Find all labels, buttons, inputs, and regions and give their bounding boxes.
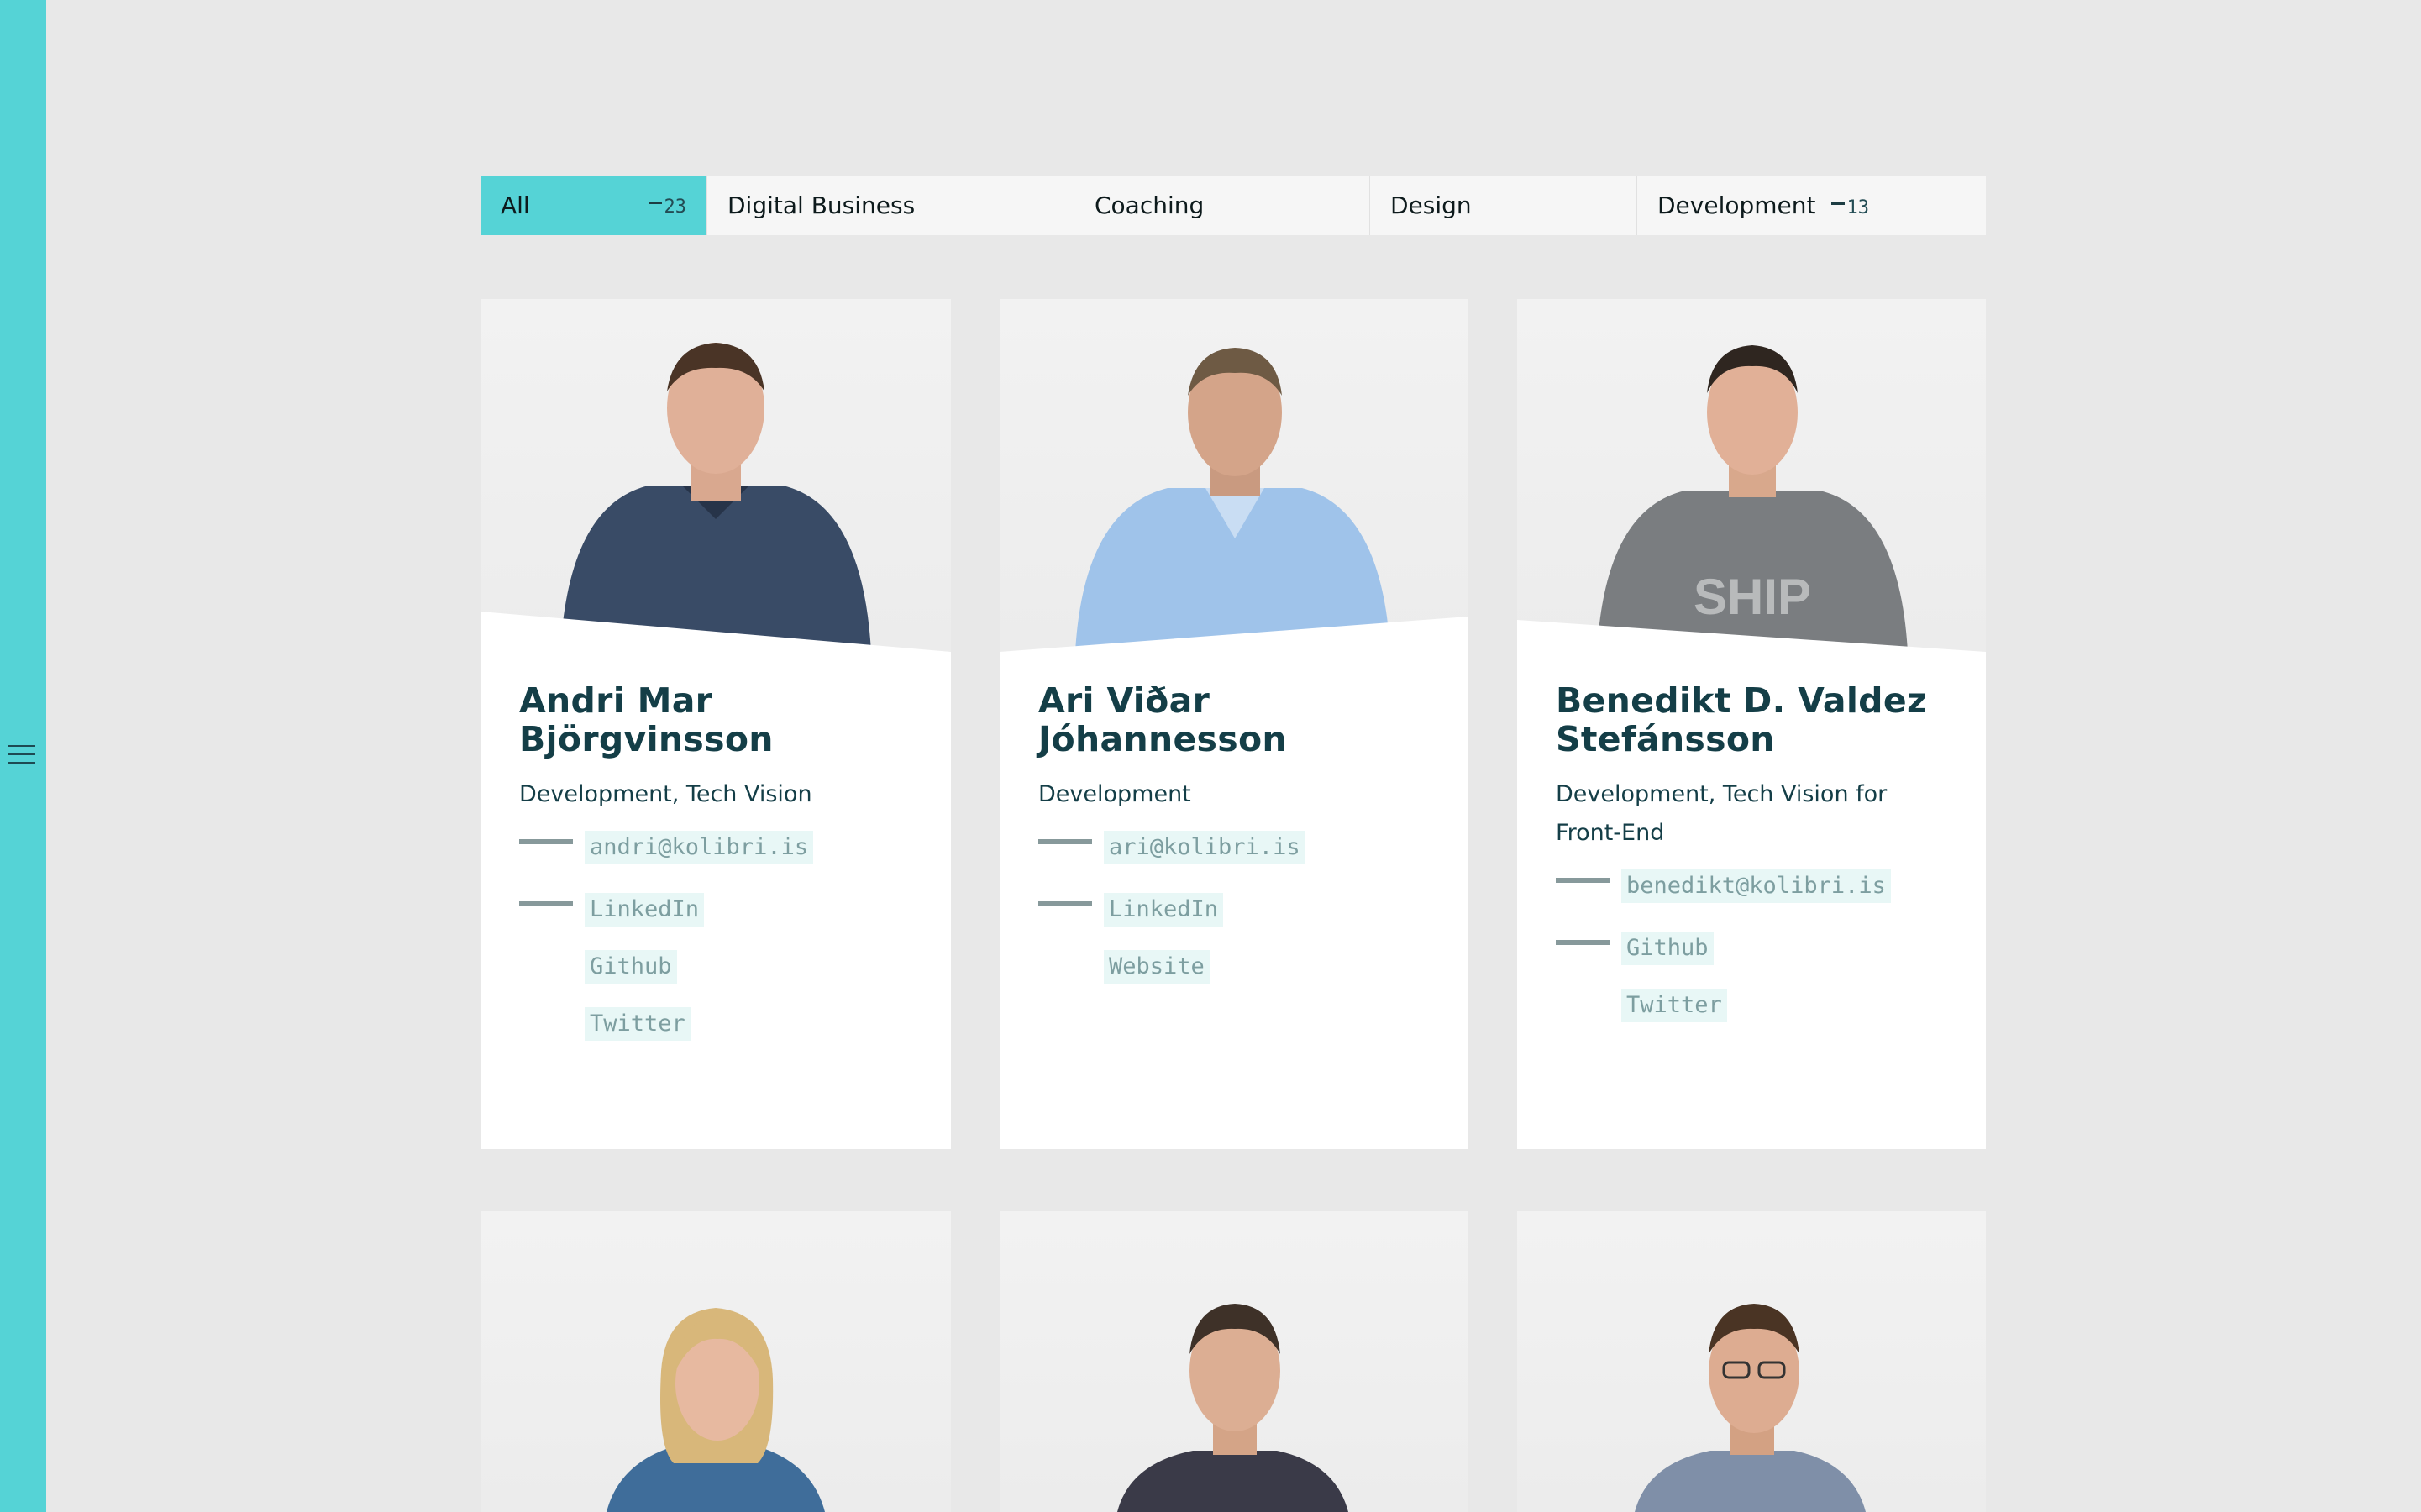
person-photo: SHIP	[1517, 299, 1986, 652]
email-link[interactable]: ari@kolibri.is	[1104, 831, 1305, 864]
tab-label: Digital Business	[727, 192, 916, 219]
twitter-link[interactable]: Twitter	[585, 1007, 691, 1041]
tab-digital-business[interactable]: Digital Business	[707, 176, 1074, 235]
website-link[interactable]: Website	[1104, 950, 1210, 984]
person-role: Development, Tech Vision for Front-End	[1556, 781, 1888, 846]
tab-label: All	[501, 192, 530, 219]
hamburger-menu-icon[interactable]	[8, 745, 35, 765]
twitter-link[interactable]: Twitter	[1621, 989, 1727, 1022]
divider	[1556, 940, 1610, 945]
person-name: Benedikt D. Valdez Stefánsson	[1556, 680, 1928, 759]
person-role: Development, Tech Vision	[519, 781, 812, 807]
github-link[interactable]: Github	[1621, 932, 1714, 965]
tab-count: 23	[648, 197, 686, 218]
social-links: LinkedIn Website	[1038, 893, 1435, 984]
email-link[interactable]: benedikt@kolibri.is	[1621, 869, 1891, 903]
tab-design[interactable]: Design	[1370, 176, 1637, 235]
divider	[1038, 839, 1092, 844]
tab-all[interactable]: All 23	[481, 176, 707, 235]
person-card	[1000, 1211, 1468, 1512]
person-card: SHIP Benedikt D. Valdez Stefánsson Devel…	[1517, 299, 1986, 1149]
sidebar	[0, 0, 46, 1512]
email-block: andri@kolibri.is	[519, 831, 917, 888]
tab-label: Development	[1657, 192, 1816, 219]
linkedin-link[interactable]: LinkedIn	[1104, 893, 1224, 927]
person-name: Ari Viðar Jóhannesson	[1038, 680, 1287, 759]
divider	[1038, 901, 1092, 906]
email-block: benedikt@kolibri.is	[1556, 869, 1952, 927]
person-card	[1517, 1211, 1986, 1512]
social-links: LinkedIn Github Twitter	[519, 893, 917, 1041]
person-card: Ari Viðar Jóhannesson Development ari@ko…	[1000, 299, 1468, 1149]
tab-label: Design	[1390, 192, 1472, 219]
person-card: Andri Mar Björgvinsson Development, Tech…	[481, 299, 951, 1149]
divider	[519, 901, 573, 906]
person-photo	[481, 299, 951, 652]
person-card	[481, 1211, 951, 1512]
divider	[1556, 878, 1610, 883]
divider	[519, 839, 573, 844]
email-link[interactable]: andri@kolibri.is	[585, 831, 814, 864]
person-photo	[1517, 1211, 1986, 1512]
person-photo	[1000, 299, 1468, 652]
github-link[interactable]: Github	[585, 950, 677, 984]
email-block: ari@kolibri.is	[1038, 831, 1435, 888]
person-photo	[1000, 1211, 1468, 1512]
tab-development[interactable]: Development 13	[1637, 176, 1986, 235]
social-links: Github Twitter	[1556, 932, 1952, 1022]
person-name: Andri Mar Björgvinsson	[519, 680, 774, 759]
filter-tabs: All 23 Digital Business Coaching Design …	[481, 176, 1986, 235]
tab-label: Coaching	[1095, 192, 1205, 219]
tab-count: 13	[1830, 197, 1869, 218]
linkedin-link[interactable]: LinkedIn	[585, 893, 705, 927]
tab-coaching[interactable]: Coaching	[1074, 176, 1370, 235]
person-role: Development	[1038, 781, 1191, 807]
person-photo	[481, 1211, 951, 1512]
